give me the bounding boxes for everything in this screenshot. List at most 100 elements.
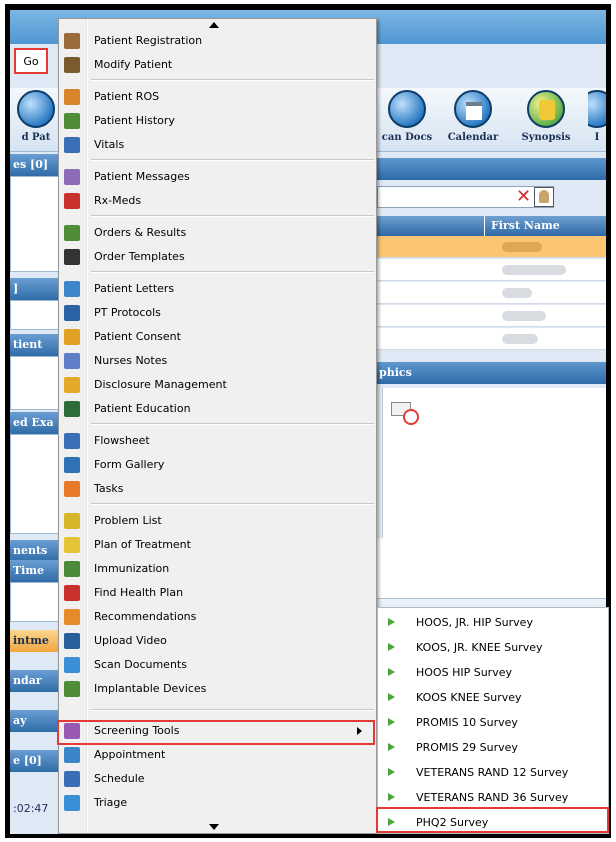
submenu-item-veterans-rand-12-survey[interactable]: VETERANS RAND 12 Survey xyxy=(378,760,608,785)
menu-item-form-gallery[interactable]: Form Gallery xyxy=(61,453,374,477)
triage-icon xyxy=(64,795,80,811)
registration-icon xyxy=(64,33,80,49)
menu-item-label: Problem List xyxy=(94,514,162,527)
submenu-item-label: KOOS, JR. KNEE Survey xyxy=(416,641,543,654)
submenu-item-label: KOOS KNEE Survey xyxy=(416,691,522,704)
submenu-item-promis-10-survey[interactable]: PROMIS 10 Survey xyxy=(378,710,608,735)
menu-item-patient-messages[interactable]: Patient Messages xyxy=(61,165,374,189)
menu-item-orders-results[interactable]: Orders & Results xyxy=(61,221,374,245)
toolbar-button-add-patient[interactable]: d Pat xyxy=(12,88,60,152)
menu-item-label: Patient History xyxy=(94,114,175,127)
menu-item-rx-meds[interactable]: Rx-Meds xyxy=(61,189,374,213)
submenu-item-promis-29-survey[interactable]: PROMIS 29 Survey xyxy=(378,735,608,760)
submenu-item-koos-knee-survey[interactable]: KOOS KNEE Survey xyxy=(378,685,608,710)
letters-icon xyxy=(64,281,80,297)
toolbar-button-scan-docs[interactable]: can Docs xyxy=(377,88,437,152)
survey-arrow-icon xyxy=(388,643,396,651)
toolbar-button-partial[interactable]: I xyxy=(588,88,606,152)
table-row[interactable] xyxy=(377,236,606,258)
menu-item-modify-patient[interactable]: Modify Patient xyxy=(61,53,374,77)
menu-item-schedule[interactable]: Schedule xyxy=(61,767,374,791)
submenu-item-hoos-jr-hip-survey[interactable]: HOOS, JR. HIP Survey xyxy=(378,610,608,635)
first-name-column-header[interactable]: First Name xyxy=(484,216,560,236)
nurse-icon xyxy=(64,353,80,369)
menu-item-label: Patient Letters xyxy=(94,282,175,295)
menu-item-label: Recommendations xyxy=(94,610,197,623)
tasks-icon xyxy=(64,481,80,497)
history-icon xyxy=(64,113,80,129)
toolbar-button-calendar[interactable]: Calendar xyxy=(442,88,504,152)
phq2-survey-highlight xyxy=(376,807,609,833)
menu-item-upload-video[interactable]: Upload Video xyxy=(61,629,374,653)
side-header[interactable]: ay xyxy=(10,710,64,732)
add-patient-icon xyxy=(17,90,55,128)
survey-arrow-icon xyxy=(388,743,396,751)
menu-item-label: Disclosure Management xyxy=(94,378,227,391)
clock-text: :02:47 xyxy=(10,798,64,820)
menu-item-label: Rx-Meds xyxy=(94,194,142,207)
survey-arrow-icon xyxy=(388,668,396,676)
menu-item-label: Patient ROS xyxy=(94,90,160,103)
health-plan-icon xyxy=(64,585,80,601)
table-row[interactable] xyxy=(377,305,606,327)
menu-item-triage[interactable]: Triage xyxy=(61,791,374,815)
menu-item-patient-history[interactable]: Patient History xyxy=(61,109,374,133)
menu-item-patient-registration[interactable]: Patient Registration xyxy=(61,29,374,53)
menu-item-implantable-devices[interactable]: Implantable Devices xyxy=(61,677,374,701)
menu-item-vitals[interactable]: Vitals xyxy=(61,133,374,157)
side-header: ed Exa xyxy=(10,412,64,434)
table-row[interactable] xyxy=(377,328,606,350)
scroll-down-arrow-icon[interactable] xyxy=(209,824,219,830)
patient-lookup-icon[interactable] xyxy=(534,187,554,207)
go-button[interactable]: Go xyxy=(14,48,48,74)
menu-item-order-templates[interactable]: Order Templates xyxy=(61,245,374,269)
menu-item-problem-list[interactable]: Problem List xyxy=(61,509,374,533)
side-panel xyxy=(10,300,64,330)
table-row[interactable] xyxy=(377,282,606,304)
rx-meds-icon xyxy=(64,193,80,209)
no-mail-icon[interactable] xyxy=(391,402,419,425)
menu-item-label: Find Health Plan xyxy=(94,586,184,599)
menu-item-scan-documents[interactable]: Scan Documents xyxy=(61,653,374,677)
menu-item-nurses-notes[interactable]: Nurses Notes xyxy=(61,349,374,373)
clear-search-icon[interactable]: ✕ xyxy=(516,186,531,208)
table-row[interactable] xyxy=(377,259,606,281)
submenu-item-label: PROMIS 10 Survey xyxy=(416,716,518,729)
menu-item-label: Vitals xyxy=(94,138,125,151)
menu-item-appointment[interactable]: Appointment xyxy=(61,743,374,767)
submenu-item-hoos-hip-survey[interactable]: HOOS HIP Survey xyxy=(378,660,608,685)
menu-item-label: Patient Consent xyxy=(94,330,181,343)
side-header[interactable]: intme xyxy=(10,630,64,652)
menu-item-recommendations[interactable]: Recommendations xyxy=(61,605,374,629)
menu-item-patient-consent[interactable]: Patient Consent xyxy=(61,325,374,349)
patient-list-header xyxy=(377,158,606,180)
graphics-panel-header: phics xyxy=(377,362,606,384)
side-header: nents xyxy=(10,540,64,562)
menu-separator xyxy=(91,709,374,711)
menu-item-patient-education[interactable]: Patient Education xyxy=(61,397,374,421)
menu-item-label: Scan Documents xyxy=(94,658,187,671)
menu-item-plan-of-treatment[interactable]: Plan of Treatment xyxy=(61,533,374,557)
menu-item-immunization[interactable]: Immunization xyxy=(61,557,374,581)
toolbar-button-synopsis[interactable]: Synopsis xyxy=(514,88,578,152)
scroll-up-arrow-icon[interactable] xyxy=(209,22,219,28)
vertical-scrollbar[interactable] xyxy=(377,388,383,538)
scan-icon xyxy=(64,657,80,673)
menu-item-pt-protocols[interactable]: PT Protocols xyxy=(61,301,374,325)
scan-docs-icon xyxy=(388,90,426,128)
submenu-item-koos-jr-knee-survey[interactable]: KOOS, JR. KNEE Survey xyxy=(378,635,608,660)
side-header[interactable]: ndar xyxy=(10,670,64,692)
menu-item-flowsheet[interactable]: Flowsheet xyxy=(61,429,374,453)
menu-item-tasks[interactable]: Tasks xyxy=(61,477,374,501)
side-header[interactable]: e [0] xyxy=(10,750,64,772)
video-icon xyxy=(64,633,80,649)
menu-item-find-health-plan[interactable]: Find Health Plan xyxy=(61,581,374,605)
side-header: Time xyxy=(10,560,64,582)
side-header: ] xyxy=(10,278,64,300)
ros-icon xyxy=(64,89,80,105)
menu-item-label: Patient Education xyxy=(94,402,191,415)
submenu-item-label: HOOS, JR. HIP Survey xyxy=(416,616,533,629)
menu-item-patient-ros[interactable]: Patient ROS xyxy=(61,85,374,109)
menu-item-disclosure-management[interactable]: Disclosure Management xyxy=(61,373,374,397)
menu-item-patient-letters[interactable]: Patient Letters xyxy=(61,277,374,301)
